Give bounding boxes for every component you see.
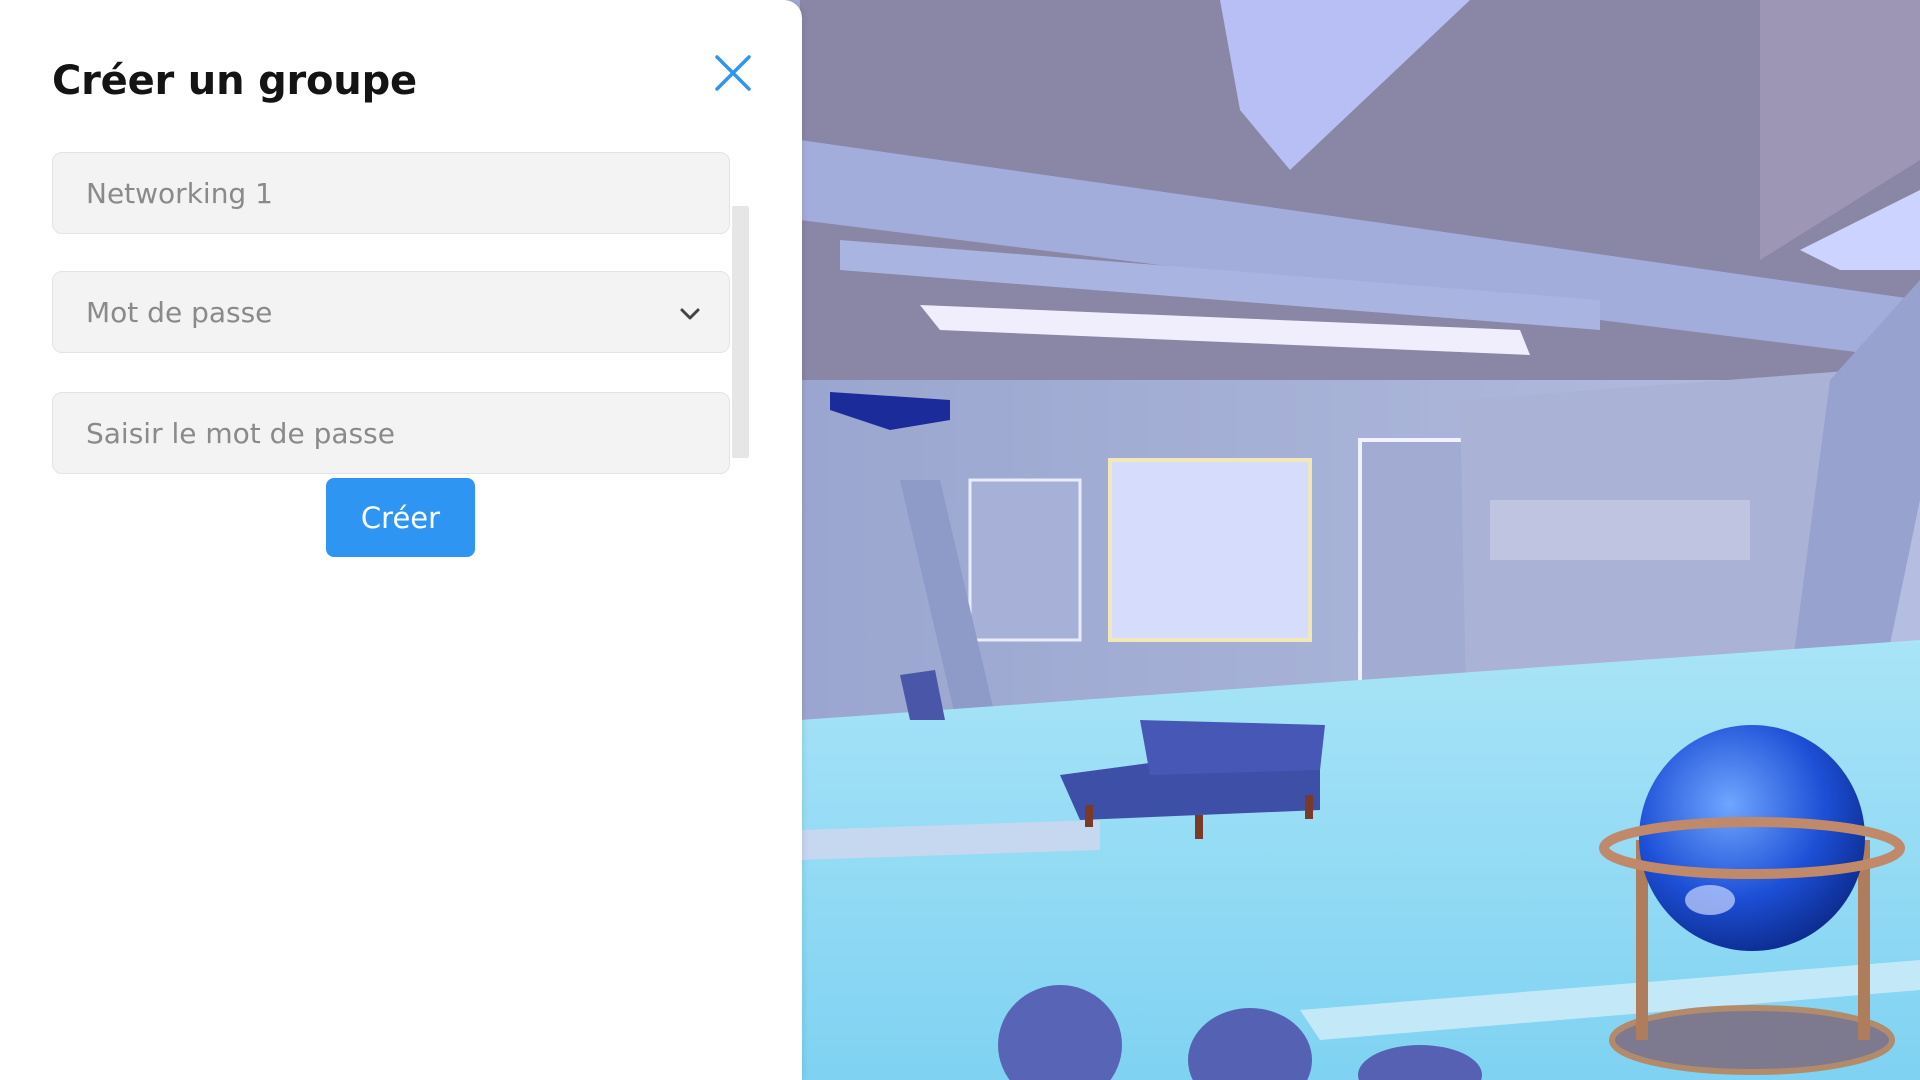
group-name-input[interactable] (52, 152, 730, 234)
close-icon (715, 55, 751, 91)
chevron-down-icon (680, 308, 700, 320)
create-button[interactable]: Créer (326, 478, 475, 557)
access-type-select[interactable]: Mot de passe (52, 271, 730, 353)
create-group-panel: Créer un groupe Mot de passe Créer (0, 0, 802, 1080)
panel-title: Créer un groupe (52, 58, 417, 104)
close-button[interactable] (708, 48, 758, 98)
access-type-value: Mot de passe (86, 295, 273, 329)
form-scrollbar[interactable] (732, 206, 749, 458)
password-input[interactable] (52, 392, 730, 474)
